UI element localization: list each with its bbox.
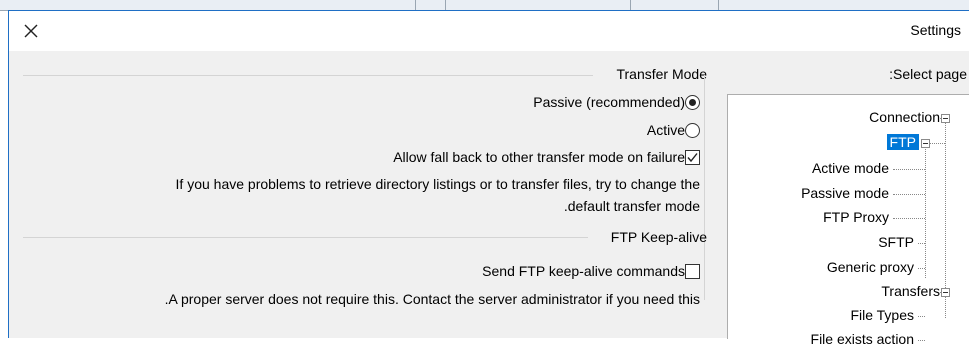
close-button[interactable] [19,19,43,43]
tree-connector [893,194,925,195]
tree-connector [925,143,926,278]
send-keepalive-checkbox[interactable] [685,264,700,279]
settings-dialog: Settings Transfer Mode Passive (recommen… [8,10,969,347]
tree-item-ftp-proxy[interactable]: FTP Proxy [823,209,889,225]
group-border-right [704,75,705,300]
tree-item-passive-mode[interactable]: Passive mode [801,185,889,201]
transfer-hint-line2: .default transfer mode [563,198,700,214]
tree-item-ftp-label: FTP [886,134,919,150]
tree-item-active-mode[interactable]: Active mode [812,160,889,176]
tree-item-generic-proxy[interactable]: Generic proxy [827,259,914,275]
tree-item-connection[interactable]: Connection [869,109,940,125]
tree-connector [893,169,925,170]
fallback-label[interactable]: Allow fall back to other transfer mode o… [393,149,685,165]
dialog-title: Settings [910,22,961,38]
background-separator [718,0,719,10]
tree-connector [918,268,925,269]
background-separator [630,0,631,10]
tree-connector [918,243,925,244]
transfer-hint-line1: If you have problems to retrieve directo… [175,176,700,192]
tree-connector [918,316,925,317]
background-separator [445,0,446,10]
active-label[interactable]: Active [647,122,685,138]
tree-item-file-exists-action[interactable]: File exists action [811,331,914,347]
tree-connector [918,340,925,341]
close-icon [24,24,38,38]
collapse-icon[interactable] [941,288,950,297]
send-keepalive-label[interactable]: Send FTP keep-alive commands [482,263,685,279]
select-page-label: :Select page [889,66,967,82]
tree-item-file-types[interactable]: File Types [850,307,914,323]
title-bar: Settings [9,11,969,51]
tree-item-transfers[interactable]: Transfers [881,283,940,299]
group-divider [23,237,588,238]
tree-connector [893,218,925,219]
transfer-mode-header: Transfer Mode [616,66,707,82]
collapse-icon[interactable] [941,114,950,123]
group-divider [23,75,593,76]
tree-item-sftp[interactable]: SFTP [878,234,914,250]
page-tree[interactable]: Connection FTP Active mode Passive mode … [727,94,969,347]
background-separator [415,0,416,10]
passive-label[interactable]: Passive (recommended) [533,94,685,110]
passive-radio[interactable] [685,95,700,110]
active-radio[interactable] [685,123,700,138]
checkmark-icon [687,153,698,163]
tree-item-ftp[interactable]: FTP [886,134,919,150]
keepalive-hint: .A proper server does not require this. … [164,291,700,307]
keepalive-header: FTP Keep-alive [610,229,707,245]
fallback-checkbox[interactable] [685,150,700,165]
collapse-icon[interactable] [921,139,930,148]
